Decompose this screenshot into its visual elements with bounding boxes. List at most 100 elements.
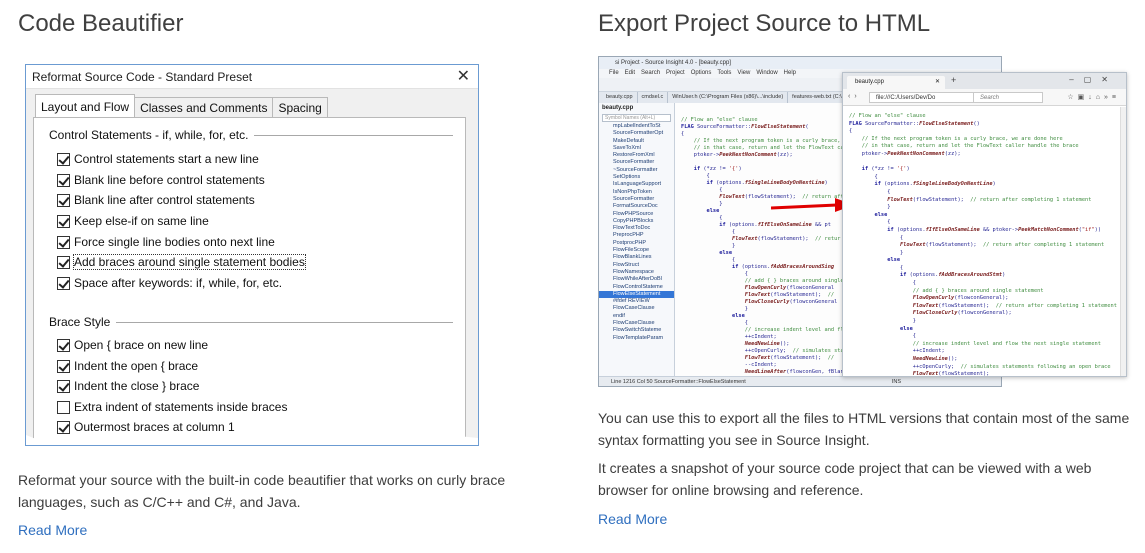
menu-item: Project: [666, 70, 685, 76]
option-label: Extra indent of statements inside braces: [74, 400, 288, 414]
reformat-dialog-screenshot: Reformat Source Code - Standard Preset ✕…: [25, 64, 479, 446]
group-label-brace-style: Brace Style: [49, 315, 117, 329]
sidebar-symbol-item: FormatSourceDoc: [613, 203, 658, 210]
menu-item: Help: [783, 70, 797, 76]
beautifier-description: Reformat your source with the built-in c…: [18, 472, 506, 510]
menu-item: View: [737, 70, 751, 76]
sidebar-symbol-item: FlowNamespace: [613, 268, 654, 275]
checkbox: [57, 338, 70, 352]
checkbox: [57, 152, 70, 166]
checkbox: [57, 379, 70, 393]
sidebar-symbol-item: IsLanguageSupport: [613, 181, 662, 188]
html-export-code: // Flow an "else" clause FLAG SourceForm…: [849, 113, 1117, 377]
menu-item: File: [609, 70, 619, 76]
sidebar-symbol-item: SourceFormatter: [613, 195, 655, 202]
browser-tab: beauty.cpp ✕: [847, 76, 945, 89]
sidebar-symbol-item: FlowElseStatement: [599, 290, 674, 299]
option-row: Blank line after control statements: [57, 193, 255, 207]
symbol-list: mpLabelIndentToSt SourceFormatterOpt MakeD…: [599, 123, 674, 342]
menu-item: Tools: [717, 70, 732, 76]
sidebar-symbol-item: FlowTextToDoc: [613, 225, 651, 232]
browser-window: beauty.cpp ✕ + –▢✕ ‹› file:///C:/Users/D…: [842, 72, 1127, 377]
sidebar-symbol-item: FlowTemplateParam: [613, 334, 664, 341]
sidebar-symbol-item: FlowStruct: [613, 261, 639, 268]
read-more-link-export[interactable]: Read More: [598, 511, 667, 527]
menu-item: Search: [641, 70, 661, 76]
file-tab: beauty.cpp: [602, 92, 638, 103]
status-text: Line 1216 Col 50 SourceFormatter::FlowEl…: [611, 379, 746, 385]
option-row: Keep else-if on same line: [57, 214, 209, 228]
sidebar-symbol-item: ~SourceFormatter: [613, 166, 658, 173]
sidebar-symbol-item: SaveToXml: [613, 144, 641, 151]
section-title: Code Beautifier: [18, 10, 184, 37]
read-more-link-beautifier[interactable]: Read More: [18, 522, 87, 538]
dialog-titlebar: Reformat Source Code - Standard Preset ✕: [26, 65, 478, 89]
option-row: Indent the close } brace: [57, 379, 199, 393]
option-label: Add braces around single statement bodie…: [73, 254, 306, 270]
file-tab: cmdsel.c: [638, 92, 669, 103]
sidebar-title: beauty.cpp: [602, 105, 634, 111]
sidebar-symbol-item: FlowControlStateme: [613, 283, 663, 290]
option-label: Force single line bodies onto next line: [74, 235, 275, 249]
symbol-sidebar: beauty.cpp Symbol Names (Alt+L) mpLabelI…: [599, 103, 675, 377]
sidebar-symbol-item: SetOptions: [613, 174, 641, 181]
sidebar-search: Symbol Names (Alt+L): [602, 114, 671, 122]
menu-item: Window: [756, 70, 778, 76]
option-label: Indent the close } brace: [74, 379, 200, 393]
browser-search-field: Search: [973, 92, 1043, 103]
option-row: Indent the open { brace: [57, 359, 198, 373]
checkbox: [57, 276, 70, 290]
sidebar-symbol-item: PreprocPHP: [613, 232, 644, 239]
new-tab-icon: +: [951, 75, 957, 85]
checkbox: [57, 173, 70, 187]
option-row: Extra indent of statements inside braces: [57, 400, 287, 414]
export-description-2: It creates a snapshot of your source cod…: [598, 460, 1092, 498]
sidebar-symbol-item: #ifdef REVIEW: [613, 298, 650, 305]
option-row: Open { brace on new line: [57, 338, 208, 352]
sidebar-symbol-item: IsNonPhpToken: [613, 188, 652, 195]
option-row: Force single line bodies onto next line: [57, 235, 275, 249]
toolbar-icons: ☆▣↓⌂»≡: [1067, 94, 1120, 101]
back-forward-icon: ‹›: [848, 93, 861, 100]
close-icon: ✕: [456, 67, 470, 85]
sidebar-symbol-item: FlowWhileAfterDoBl: [613, 276, 662, 283]
option-label: Open { brace on new line: [74, 338, 209, 352]
sidebar-symbol-item: RestoreFromXml: [613, 152, 655, 159]
editor-statusbar: Line 1216 Col 50 SourceFormatter::FlowEl…: [599, 376, 1001, 386]
sidebar-symbol-item: FlowCaseClause: [613, 320, 655, 327]
option-label: Blank line after control statements: [74, 193, 255, 207]
group-label-control-statements: Control Statements - if, while, for, etc…: [49, 128, 255, 142]
sidebar-symbol-item: mpLabelIndentToSt: [613, 123, 661, 129]
export-screenshot: si Project - Source Insight 4.0 - [beaut…: [598, 56, 1127, 387]
sidebar-symbol-item: FlowFileScope: [613, 247, 650, 254]
checkbox: [57, 193, 70, 207]
option-label: Space after keywords: if, while, for, et…: [74, 276, 283, 290]
browser-tab-label: beauty.cpp: [855, 79, 884, 85]
checkbox: [57, 235, 70, 249]
option-label: Blank line before control statements: [74, 173, 265, 187]
export-description-1: You can use this to export all the files…: [598, 410, 1130, 448]
option-row: Add braces around single statement bodie…: [57, 254, 306, 270]
checkbox: [57, 255, 70, 269]
checkbox: [57, 214, 70, 228]
status-mode: INS: [891, 379, 901, 385]
dialog-tabs: Layout and Flow Classes and Comments Spa…: [35, 94, 328, 117]
tab-classes-and-comments: Classes and Comments: [134, 97, 274, 117]
browser-url-field: file:///C:/Users/Dev/Do: [869, 92, 987, 103]
option-row: Blank line before control statements: [57, 173, 265, 187]
sidebar-symbol-item: SourceFormatterOpt: [613, 130, 664, 137]
file-tab: WinUser.h (C:\Program Files (x86)\...\in…: [668, 92, 789, 103]
sidebar-symbol-item: endif: [613, 312, 625, 319]
sidebar-symbol-item: SourceFormatter: [613, 159, 655, 166]
sidebar-symbol-item: FlowBlankLines: [613, 254, 652, 261]
sidebar-symbol-item: FlowCaseClause: [613, 305, 655, 312]
tab-spacing: Spacing: [272, 97, 328, 117]
browser-navbar: ‹› file:///C:/Users/Dev/Do Search ☆▣↓⌂»≡: [843, 89, 1126, 106]
option-row: Space after keywords: if, while, for, et…: [57, 276, 282, 290]
sidebar-symbol-item: FlowSwitchStateme: [613, 327, 662, 334]
menu-item: Options: [690, 70, 712, 76]
sidebar-symbol-item: CopyPHPBlocks: [613, 217, 654, 224]
editor-titlebar: si Project - Source Insight 4.0 - [beaut…: [599, 57, 1001, 69]
browser-tabstrip: beauty.cpp ✕ + –▢✕: [843, 73, 1126, 89]
close-icon: ✕: [934, 79, 940, 85]
